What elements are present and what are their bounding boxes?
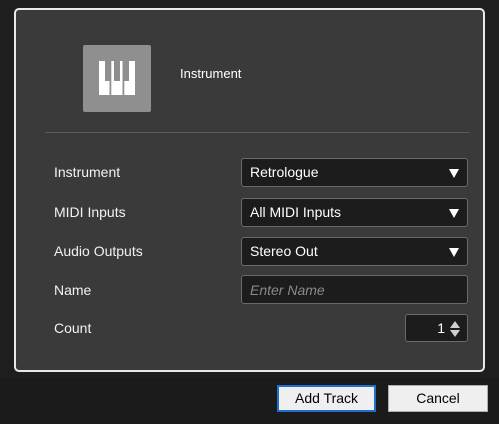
increment-arrow-icon[interactable] (450, 321, 460, 328)
count-value: 1 (437, 320, 445, 336)
instrument-dropdown[interactable]: Retrologue (241, 158, 468, 187)
cancel-button[interactable]: Cancel (388, 385, 488, 412)
name-label: Name (54, 282, 92, 298)
add-track-dialog: Instrument Instrument Retrologue MIDI In… (0, 0, 499, 424)
instrument-label: Instrument (54, 164, 121, 180)
chevron-down-icon (449, 169, 459, 178)
chevron-down-icon (449, 248, 459, 257)
piano-keys-icon (83, 45, 151, 112)
divider (45, 132, 470, 133)
track-type-label: Instrument (180, 66, 242, 81)
midi-inputs-label: MIDI Inputs (54, 204, 126, 220)
audio-outputs-label: Audio Outputs (54, 243, 143, 259)
chevron-down-icon (449, 209, 459, 218)
count-stepper[interactable]: 1 (405, 314, 468, 342)
audio-outputs-value: Stereo Out (250, 243, 318, 259)
audio-outputs-dropdown[interactable]: Stereo Out (241, 237, 468, 266)
instrument-value: Retrologue (250, 164, 319, 180)
midi-inputs-value: All MIDI Inputs (250, 204, 342, 220)
decrement-arrow-icon[interactable] (450, 330, 460, 337)
midi-inputs-dropdown[interactable]: All MIDI Inputs (241, 198, 468, 227)
add-track-button[interactable]: Add Track (277, 385, 376, 412)
name-field[interactable] (241, 275, 468, 304)
track-settings-panel: Instrument Instrument Retrologue MIDI In… (14, 8, 485, 372)
count-label: Count (54, 320, 92, 336)
